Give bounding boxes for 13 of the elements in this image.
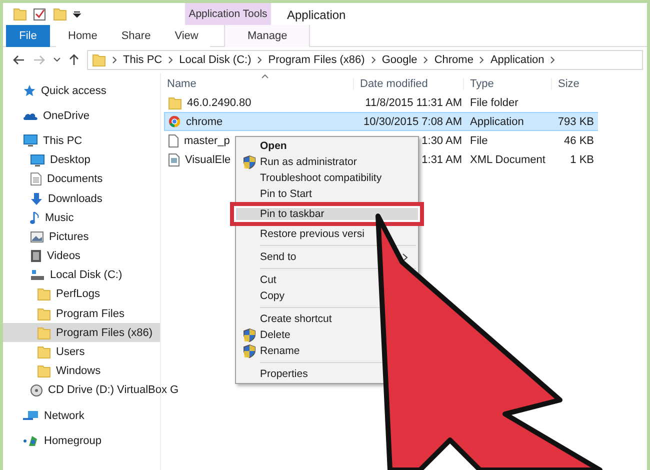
type-cell-text: File folder: [469, 96, 520, 110]
date-cell-text: 1:31 AM: [420, 152, 463, 168]
ribbon-context-label: Application Tools: [185, 3, 271, 25]
date-cell-text: 11/8/2015 11:31 AM: [364, 96, 463, 110]
date-cell-text: 1:30 AM: [420, 134, 463, 148]
type-cell-text: File: [469, 134, 489, 148]
size-cell: 793 KB: [554, 112, 598, 131]
size-cell-text: 46 KB: [563, 134, 595, 148]
size-cell-text: 1 KB: [569, 152, 595, 168]
window-title: Application: [286, 7, 347, 24]
type-cell-text: XML Document: [469, 152, 546, 168]
date-cell: 10/30/2015 7:08 AM: [356, 112, 466, 131]
type-cell: Application: [466, 112, 554, 131]
